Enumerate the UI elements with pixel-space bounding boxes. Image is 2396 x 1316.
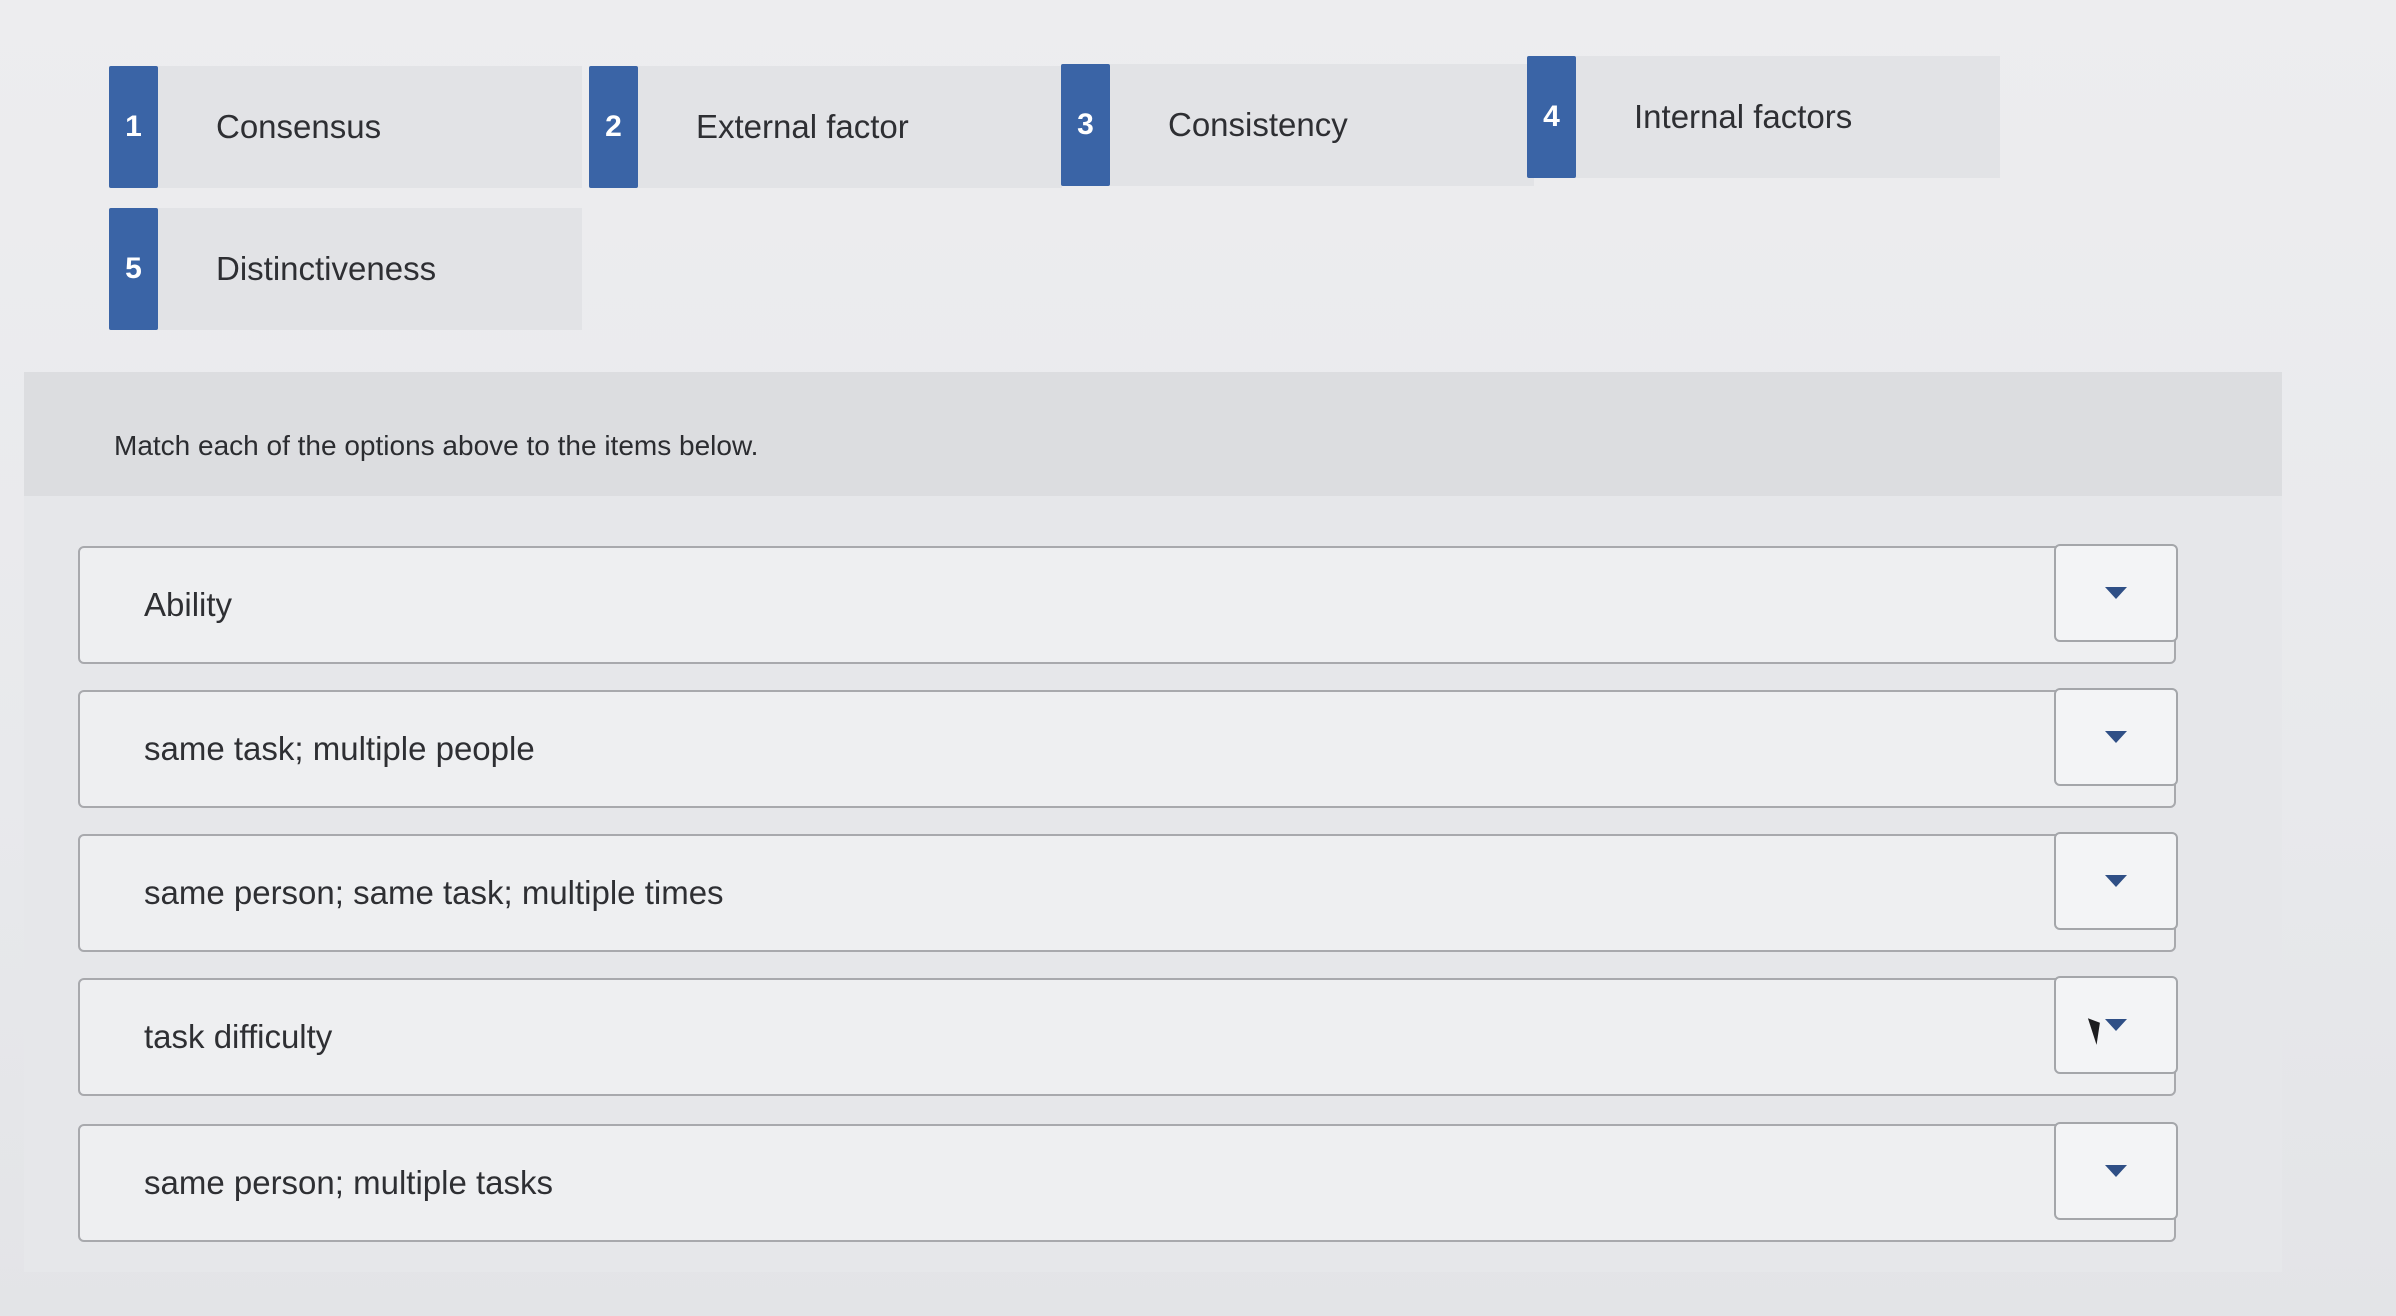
match-item-row: same person; same task; multiple times bbox=[78, 832, 2178, 952]
match-item-label: same task; multiple people bbox=[144, 730, 535, 767]
chevron-down-icon bbox=[2105, 731, 2127, 743]
match-select-dropdown[interactable] bbox=[2054, 544, 2178, 642]
option-number-badge: 3 bbox=[1061, 64, 1110, 186]
chevron-down-icon bbox=[2105, 1165, 2127, 1177]
match-item-row: Ability bbox=[78, 544, 2178, 664]
option-number-badge: 5 bbox=[109, 208, 158, 330]
match-item-label: same person; same task; multiple times bbox=[144, 874, 724, 911]
option-tile-1[interactable]: 1 Consensus bbox=[109, 66, 582, 188]
instruction-text: Match each of the options above to the i… bbox=[114, 430, 759, 461]
instruction-bar: Match each of the options above to the i… bbox=[24, 372, 2282, 496]
option-label: Distinctiveness bbox=[216, 250, 437, 287]
match-item-row: same person; multiple tasks bbox=[78, 1122, 2178, 1242]
match-item-row: same task; multiple people bbox=[78, 688, 2178, 808]
match-item-label: same person; multiple tasks bbox=[144, 1164, 554, 1201]
match-item-label: Ability bbox=[144, 586, 233, 623]
option-tile-5[interactable]: 5 Distinctiveness bbox=[109, 208, 582, 330]
match-item-label: task difficulty bbox=[144, 1018, 333, 1055]
chevron-down-icon bbox=[2105, 875, 2127, 887]
match-item-row: task difficulty bbox=[78, 976, 2178, 1096]
option-number-badge: 1 bbox=[109, 66, 158, 188]
chevron-down-icon bbox=[2105, 1019, 2127, 1031]
option-label: Consensus bbox=[216, 108, 382, 145]
option-tile-3[interactable]: 3 Consistency bbox=[1061, 64, 1534, 186]
match-select-dropdown[interactable] bbox=[2054, 832, 2178, 930]
option-number-badge: 4 bbox=[1527, 56, 1576, 178]
option-label: Internal factors bbox=[1634, 98, 1853, 135]
options-area: 1 Consensus 2 External factor 3 Consiste… bbox=[0, 0, 2396, 360]
option-number-badge: 2 bbox=[589, 66, 638, 188]
matching-question-panel: Match each of the options above to the i… bbox=[24, 372, 2282, 1272]
match-select-dropdown[interactable] bbox=[2054, 688, 2178, 786]
option-label: Consistency bbox=[1168, 106, 1348, 143]
option-tile-2[interactable]: 2 External factor bbox=[589, 66, 1062, 188]
match-select-dropdown[interactable] bbox=[2054, 976, 2178, 1074]
option-label: External factor bbox=[696, 108, 909, 145]
chevron-down-icon bbox=[2105, 587, 2127, 599]
option-tile-4[interactable]: 4 Internal factors bbox=[1527, 56, 2000, 178]
match-select-dropdown[interactable] bbox=[2054, 1122, 2178, 1220]
